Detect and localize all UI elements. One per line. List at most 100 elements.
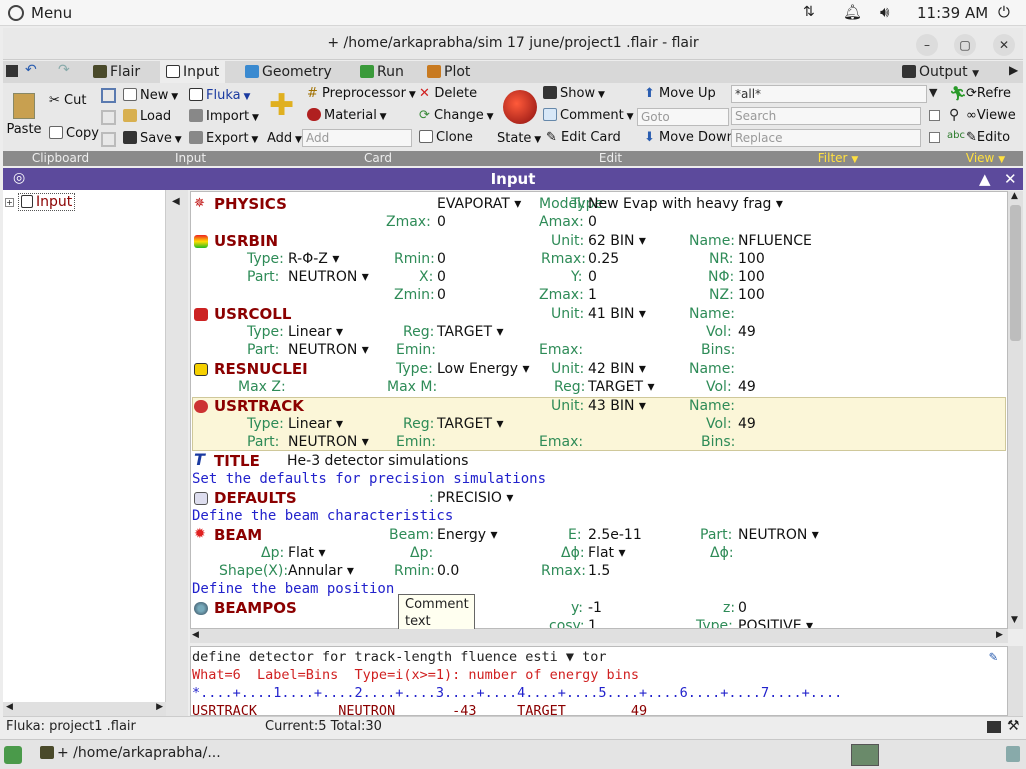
card-usrtrack[interactable]: USRTRACK Unit: 43 BIN ▾ Name: xyxy=(191,397,1007,415)
defaults-select[interactable]: PRECISIO ▾ xyxy=(437,489,513,507)
type-select[interactable]: Low Energy ▾ xyxy=(437,360,530,378)
tab-input[interactable]: Input xyxy=(160,61,226,83)
tab-output[interactable]: Output ▼ xyxy=(902,61,979,83)
dp-select[interactable]: Flat ▾ xyxy=(288,544,326,562)
material-button[interactable]: Material ▼ xyxy=(307,108,387,125)
chevron-down-icon[interactable]: ▼ xyxy=(929,86,937,99)
save-icon[interactable] xyxy=(6,65,18,77)
part-select[interactable]: NEUTRON ▾ xyxy=(738,526,819,544)
ubuntu-logo-icon[interactable] xyxy=(8,5,24,21)
checkbox[interactable] xyxy=(929,110,940,121)
comment-line[interactable]: Set the defaults for precision simulatio… xyxy=(191,470,1007,488)
panel-maximize-icon[interactable]: ▲ xyxy=(979,170,991,188)
scroll-right-icon[interactable]: ▶ xyxy=(996,630,1003,640)
terminal-icon[interactable] xyxy=(987,721,1001,733)
collapse-arrow-icon[interactable]: ◀ xyxy=(172,196,180,207)
move-up-button[interactable]: ⬆ Move Up xyxy=(644,86,716,102)
nz-value[interactable]: 100 xyxy=(738,286,765,304)
type-select[interactable]: R-Φ-Z ▾ xyxy=(288,250,339,268)
part-select[interactable]: NEUTRON ▾ xyxy=(288,341,369,359)
maximize-button[interactable]: ▢ xyxy=(954,34,976,56)
change-button[interactable]: ⟳ Change ▼ xyxy=(419,108,494,125)
rmax-value[interactable]: 1.5 xyxy=(588,562,610,580)
card-beampos[interactable]: BEAMPOS y: -1 z: 0 xyxy=(191,599,1007,617)
taskbar-window-item[interactable]: + /home/arkaprabha/... xyxy=(40,745,221,761)
cut-button[interactable]: ✂ Cut xyxy=(49,93,86,109)
unit-select[interactable]: 43 BIN ▾ xyxy=(588,397,646,415)
scroll-up-icon[interactable]: ▲ xyxy=(1011,191,1018,201)
apps-icon[interactable] xyxy=(4,746,22,764)
tree-expand-icon[interactable]: + xyxy=(5,198,14,207)
x-value[interactable]: 0 xyxy=(437,268,446,286)
tab-run[interactable]: Run xyxy=(360,61,404,83)
move-down-button[interactable]: ⬇ Move Down xyxy=(644,130,735,146)
flair-tray-icon[interactable] xyxy=(851,744,879,766)
grid-icon[interactable] xyxy=(101,110,116,125)
run-person-icon[interactable]: 🏃︎ xyxy=(949,86,967,102)
reg-select[interactable]: TARGET ▾ xyxy=(437,323,504,341)
abc-icon[interactable]: abc xyxy=(947,130,965,141)
editor-vscroll[interactable]: ▲ ▼ xyxy=(1008,191,1023,629)
edit-pencil-icon[interactable]: ✎ xyxy=(989,649,997,665)
refresh-button[interactable]: ⟳Refre xyxy=(966,86,1011,102)
vol-value[interactable]: 49 xyxy=(738,323,756,341)
paste-button[interactable]: Paste xyxy=(6,93,42,138)
grid-icon[interactable] xyxy=(101,132,116,147)
tools-icon[interactable]: ⚒ xyxy=(1007,718,1020,734)
network-icon[interactable]: ⇅ xyxy=(803,4,815,20)
dphi-select[interactable]: Flat ▾ xyxy=(588,544,626,562)
type-select[interactable]: Linear ▾ xyxy=(288,323,343,341)
dropdown-arrow-icon[interactable]: ▼ xyxy=(566,649,574,665)
scroll-thumb[interactable] xyxy=(1010,205,1021,341)
add-button[interactable]: Add ▼ xyxy=(267,131,302,148)
state-icon[interactable] xyxy=(503,90,537,124)
clock[interactable]: 11:39 AM xyxy=(917,4,988,22)
fluka-button[interactable]: Fluka ▼ xyxy=(189,88,250,105)
type-select[interactable]: EVAPORAT ▾ xyxy=(437,195,521,213)
card-defaults[interactable]: DEFAULTS : PRECISIO ▾ xyxy=(191,489,1007,507)
rmin-value[interactable]: 0.0 xyxy=(437,562,459,580)
card-physics[interactable]: ✵ PHYSICS Type: EVAPORAT ▾ Model: New Ev… xyxy=(191,195,1007,213)
tree-hscroll[interactable]: ◀ ▶ xyxy=(3,702,166,716)
zmax-value[interactable]: 0 xyxy=(437,213,446,231)
name-value[interactable]: NFLUENCE xyxy=(738,232,812,250)
tree-item-input[interactable]: Input xyxy=(18,193,76,211)
card-text-view[interactable]: define detector for track-length fluence… xyxy=(190,646,1008,716)
preprocessor-button[interactable]: # Preprocessor ▼ xyxy=(307,86,416,103)
tab-geometry[interactable]: Geometry xyxy=(245,61,332,83)
y-value[interactable]: -1 xyxy=(588,599,602,617)
import-button[interactable]: Import ▼ xyxy=(189,109,259,126)
cosy-value[interactable]: 1 xyxy=(588,617,597,628)
unit-select[interactable]: 41 BIN ▾ xyxy=(588,305,646,323)
rmin-value[interactable]: 0 xyxy=(437,250,446,268)
grid-icon[interactable] xyxy=(101,88,116,103)
load-button[interactable]: Load xyxy=(123,109,171,125)
editor-hscroll[interactable]: ◀ ▶ xyxy=(190,629,1008,643)
card-resnuclei[interactable]: RESNUCLEI Type: Low Energy ▾ Unit: 42 BI… xyxy=(191,360,1007,378)
close-button[interactable]: ✕ xyxy=(993,34,1015,56)
replace-input[interactable]: Replace xyxy=(731,129,921,147)
panel-close-icon[interactable]: ✕ xyxy=(1004,170,1017,188)
y-value[interactable]: 0 xyxy=(588,268,597,286)
clone-button[interactable]: Clone xyxy=(419,130,473,146)
search-input[interactable]: Search xyxy=(731,107,921,125)
nr-value[interactable]: 100 xyxy=(738,250,765,268)
comment-button[interactable]: Comment ▼ xyxy=(543,108,634,125)
checkbox[interactable] xyxy=(929,132,940,143)
menu-label[interactable]: Menu xyxy=(31,4,72,22)
viewer-button[interactable]: ∞Viewe xyxy=(966,108,1016,124)
vol-value[interactable]: 49 xyxy=(738,415,756,433)
new-button[interactable]: New ▼ xyxy=(123,88,178,105)
comment-edit-line[interactable]: define detector for track-length fluence… xyxy=(192,648,607,666)
search-icon[interactable]: ⚲ xyxy=(949,107,959,123)
shape-select[interactable]: Annular ▾ xyxy=(288,562,354,580)
comment-line[interactable]: Define the beam characteristics xyxy=(191,507,1007,525)
show-button[interactable]: Show ▼ xyxy=(543,86,605,103)
card-title[interactable]: T TITLE He-3 detector simulations xyxy=(191,451,1007,471)
part-select[interactable]: NEUTRON ▾ xyxy=(288,268,369,286)
state-button[interactable]: State ▼ xyxy=(497,131,541,148)
group-view[interactable]: View ▼ xyxy=(948,151,1023,166)
tab-flair[interactable]: Flair xyxy=(93,61,140,83)
reg-select[interactable]: TARGET ▾ xyxy=(437,415,504,433)
save-button[interactable]: Save ▼ xyxy=(123,131,182,148)
